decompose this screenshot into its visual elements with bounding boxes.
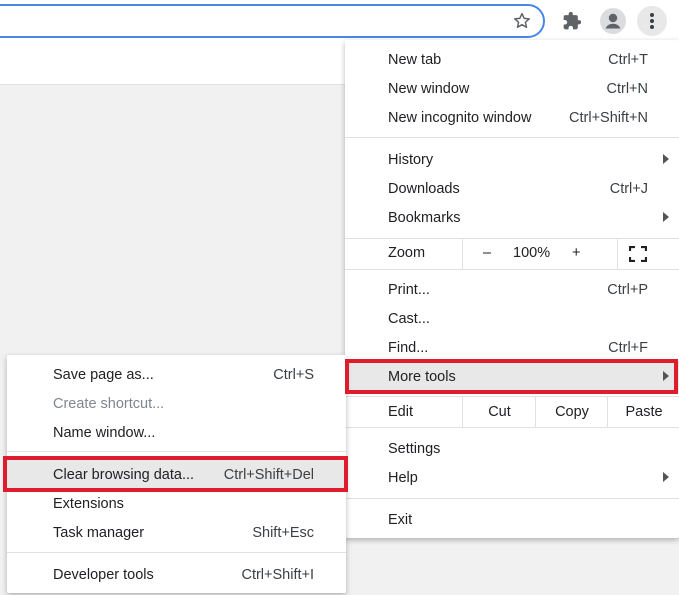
fullscreen-icon[interactable] <box>629 246 647 262</box>
person-icon <box>600 8 626 34</box>
menu-item-label: More tools <box>388 368 456 385</box>
submenu-item-extensions[interactable]: Extensions <box>7 489 346 518</box>
paste-button[interactable]: Paste <box>607 397 679 427</box>
menu-item-label: Find... <box>388 339 429 356</box>
edit-row: Edit Cut Copy Paste <box>345 397 679 427</box>
star-icon[interactable] <box>512 11 532 31</box>
menu-item-new-incognito-window[interactable]: New incognito window Ctrl+Shift+N <box>345 103 679 132</box>
copy-button[interactable]: Copy <box>535 397 608 427</box>
menu-item-shortcut: Ctrl+T <box>608 51 648 68</box>
submenu-item-clear-browsing-data[interactable]: Clear browsing data... Ctrl+Shift+Del <box>7 459 346 490</box>
menu-separator <box>345 269 679 270</box>
menu-item-shortcut: Ctrl+Shift+Del <box>223 466 314 483</box>
puzzle-icon <box>563 11 582 30</box>
more-tools-submenu: Save page as... Ctrl+S Create shortcut..… <box>7 355 346 593</box>
address-bar[interactable] <box>0 4 545 38</box>
menu-item-new-tab[interactable]: New tab Ctrl+T <box>345 45 679 74</box>
menu-item-shortcut: Ctrl+S <box>273 366 314 383</box>
edit-label: Edit <box>388 404 413 420</box>
zoom-label: Zoom <box>388 245 426 261</box>
menu-item-label: New tab <box>388 51 442 68</box>
menu-item-shortcut: Ctrl+J <box>609 180 648 197</box>
menu-item-downloads[interactable]: Downloads Ctrl+J <box>345 174 679 203</box>
menu-item-label: Downloads <box>388 180 460 197</box>
submenu-item-create-shortcut[interactable]: Create shortcut... <box>7 389 346 418</box>
zoom-out-button[interactable]: – <box>483 245 491 261</box>
submenu-item-task-manager[interactable]: Task manager Shift+Esc <box>7 518 346 547</box>
menu-item-label: Cast... <box>388 310 430 327</box>
fullscreen-cell <box>617 239 679 269</box>
menu-item-shortcut: Shift+Esc <box>252 524 314 541</box>
kebab-icon <box>650 13 654 29</box>
menu-item-more-tools[interactable]: More tools <box>345 361 679 392</box>
menu-item-label: Clear browsing data... <box>53 466 195 483</box>
menu-item-cast[interactable]: Cast... <box>345 304 679 333</box>
browser-menu-button[interactable] <box>637 6 667 36</box>
submenu-arrow-icon <box>663 472 669 482</box>
menu-item-label: Bookmarks <box>388 209 461 226</box>
zoom-in-button[interactable]: + <box>572 245 580 261</box>
menu-separator <box>345 427 679 428</box>
cut-label: Cut <box>488 404 511 420</box>
menu-item-label: Create shortcut... <box>53 395 165 412</box>
menu-item-exit[interactable]: Exit <box>345 505 679 534</box>
submenu-arrow-icon <box>663 212 669 222</box>
menu-item-find[interactable]: Find... Ctrl+F <box>345 333 679 362</box>
menu-item-label: Print... <box>388 281 430 298</box>
menu-separator <box>345 498 679 499</box>
submenu-arrow-icon <box>663 371 669 381</box>
menu-item-label: Task manager <box>53 524 145 541</box>
menu-separator <box>7 451 346 452</box>
menu-item-shortcut: Ctrl+Shift+I <box>241 566 314 583</box>
extensions-button[interactable] <box>557 6 587 36</box>
menu-item-bookmarks[interactable]: Bookmarks <box>345 203 679 232</box>
menu-item-shortcut: Ctrl+F <box>608 339 648 356</box>
menu-item-label: Save page as... <box>53 366 154 383</box>
copy-label: Copy <box>555 404 589 420</box>
menu-item-history[interactable]: History <box>345 145 679 174</box>
submenu-item-developer-tools[interactable]: Developer tools Ctrl+Shift+I <box>7 560 346 589</box>
menu-item-label: Name window... <box>53 424 156 441</box>
submenu-arrow-icon <box>663 154 669 164</box>
menu-item-label: Developer tools <box>53 566 154 583</box>
menu-item-label: Exit <box>388 511 413 528</box>
zoom-level: 100% <box>513 245 551 261</box>
menu-item-label: History <box>388 151 434 168</box>
menu-item-label: Help <box>388 469 418 486</box>
menu-item-help[interactable]: Help <box>345 463 679 492</box>
menu-item-label: New window <box>388 80 470 97</box>
menu-item-print[interactable]: Print... Ctrl+P <box>345 275 679 304</box>
paste-label: Paste <box>625 404 663 420</box>
menu-separator <box>345 137 679 138</box>
cut-button[interactable]: Cut <box>462 397 536 427</box>
submenu-item-save-page-as[interactable]: Save page as... Ctrl+S <box>7 360 346 389</box>
menu-separator <box>7 552 346 553</box>
menu-item-shortcut: Ctrl+Shift+N <box>569 109 648 126</box>
browser-main-menu: New tab Ctrl+T New window Ctrl+N New inc… <box>345 40 679 538</box>
menu-item-label: Settings <box>388 440 441 457</box>
menu-item-label: New incognito window <box>388 109 532 126</box>
menu-item-new-window[interactable]: New window Ctrl+N <box>345 74 679 103</box>
menu-item-shortcut: Ctrl+P <box>607 281 648 298</box>
menu-item-shortcut: Ctrl+N <box>606 80 649 97</box>
zoom-row: Zoom – 100% + <box>345 239 679 269</box>
menu-item-settings[interactable]: Settings <box>345 434 679 463</box>
submenu-item-name-window[interactable]: Name window... <box>7 418 346 447</box>
profile-button[interactable] <box>598 6 628 36</box>
menu-item-label: Extensions <box>53 495 124 512</box>
